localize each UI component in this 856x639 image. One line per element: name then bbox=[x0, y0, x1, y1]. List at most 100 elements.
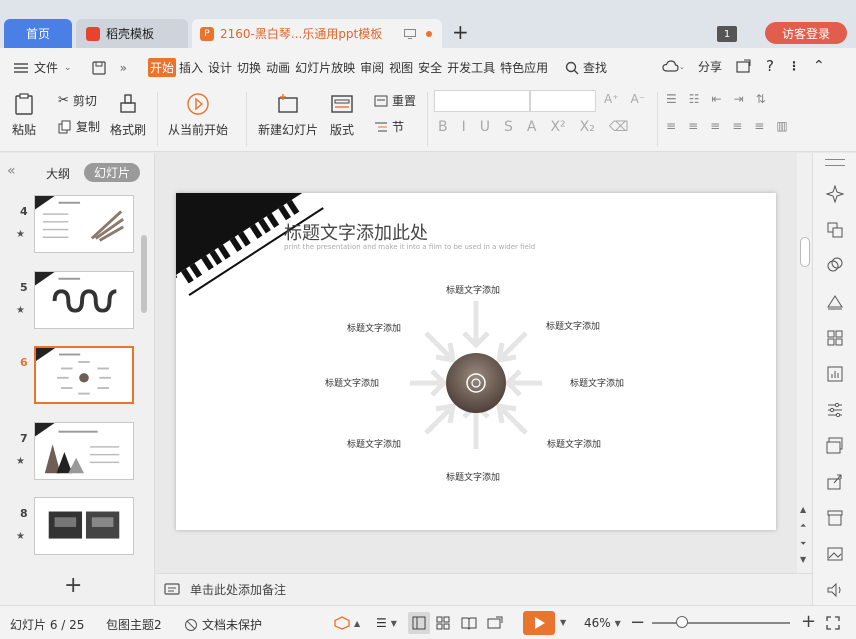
menu-tab-animation[interactable]: 动画 bbox=[264, 58, 292, 77]
underline-button[interactable]: U bbox=[480, 119, 490, 135]
shapes-icon[interactable] bbox=[826, 221, 844, 239]
new-slide-button[interactable]: 新建幻灯片 bbox=[258, 92, 318, 138]
menu-tab-insert[interactable]: 插入 bbox=[177, 58, 205, 77]
canvas-scroll-thumb[interactable] bbox=[800, 237, 810, 267]
tab-home[interactable]: 首页 bbox=[4, 19, 72, 48]
document-protection[interactable]: 文档未保护 bbox=[184, 616, 262, 633]
tab-slides[interactable]: 幻灯片 bbox=[84, 163, 141, 182]
collapse-panel-icon[interactable]: « bbox=[7, 163, 16, 179]
more-chevron-icon[interactable]: » bbox=[120, 61, 127, 75]
menu-tab-slideshow[interactable]: 幻灯片放映 bbox=[293, 58, 357, 77]
tab-document[interactable]: P 2160-黑白琴...乐通用ppt模板 bbox=[192, 19, 442, 48]
slide-panel-scrollbar[interactable] bbox=[141, 235, 147, 313]
tab-daoke-template[interactable]: 稻壳模板 bbox=[76, 19, 188, 48]
smart-beautify-button[interactable]: ▲ bbox=[334, 616, 360, 630]
notes-bar[interactable]: 单击此处添加备注 bbox=[156, 573, 812, 605]
section-button[interactable]: 节 bbox=[374, 118, 404, 135]
normal-view-button[interactable] bbox=[408, 612, 430, 634]
star-effect-icon[interactable] bbox=[826, 185, 844, 203]
slide-thumbnail[interactable]: 5 ★ bbox=[14, 271, 144, 333]
slide-thumbnail[interactable]: 4 ★ bbox=[14, 195, 144, 257]
play-from-current-button[interactable]: 从当前开始 bbox=[168, 92, 228, 138]
fit-window-icon[interactable] bbox=[826, 616, 840, 630]
reading-view-button[interactable] bbox=[461, 616, 477, 630]
menu-tab-transition[interactable]: 切换 bbox=[235, 58, 263, 77]
slide-label-upper-right[interactable]: 标题文字添加 bbox=[546, 319, 600, 332]
slide-thumbnail[interactable]: 7 ★ bbox=[14, 422, 144, 484]
zoom-slider-track[interactable] bbox=[652, 622, 790, 624]
font-family-select[interactable] bbox=[434, 90, 530, 112]
indent-icon[interactable]: ⇥ bbox=[734, 92, 744, 106]
slide-label-left[interactable]: 标题文字添加 bbox=[325, 376, 379, 389]
zoom-in-button[interactable]: + bbox=[801, 611, 816, 632]
slide-thumbnail-active[interactable]: 6 bbox=[14, 346, 144, 408]
menu-tab-developer[interactable]: 开发工具 bbox=[445, 58, 497, 77]
eraser-icon[interactable]: ⌫ bbox=[609, 119, 629, 135]
copy-button[interactable]: 复制 bbox=[58, 118, 100, 135]
play-slideshow-button[interactable] bbox=[523, 611, 555, 635]
search-button[interactable]: 查找 bbox=[565, 59, 607, 76]
share-export-icon[interactable] bbox=[826, 473, 844, 491]
collapse-ribbon-icon[interactable]: ⌃ bbox=[813, 58, 825, 74]
fill-icon[interactable] bbox=[826, 293, 844, 311]
text-direction-icon[interactable]: ⇅ bbox=[756, 92, 766, 106]
slide-subtitle[interactable]: print the presentation and make it into … bbox=[284, 243, 535, 251]
font-size-select[interactable] bbox=[530, 90, 596, 112]
slide-label-bottom[interactable]: 标题文字添加 bbox=[446, 470, 500, 483]
help-icon[interactable]: ? bbox=[766, 57, 774, 75]
menu-tab-security[interactable]: 安全 bbox=[416, 58, 444, 77]
save-icon[interactable] bbox=[91, 60, 106, 75]
menu-tab-view[interactable]: 视图 bbox=[387, 58, 415, 77]
paste-button[interactable]: 粘贴 bbox=[12, 92, 36, 138]
slide-label-upper-left[interactable]: 标题文字添加 bbox=[347, 321, 401, 334]
layout-button[interactable]: 版式 bbox=[330, 92, 354, 138]
columns-icon[interactable]: ▥ bbox=[776, 119, 787, 133]
strikethrough-button[interactable]: S bbox=[504, 119, 513, 135]
align-right-icon[interactable]: ≡ bbox=[710, 119, 720, 133]
menu-tab-design[interactable]: 设计 bbox=[206, 58, 234, 77]
reset-button[interactable]: 重置 bbox=[374, 92, 416, 109]
slide-thumbnail[interactable]: 8 ★ bbox=[14, 497, 144, 559]
slide-title[interactable]: 标题文字添加此处 bbox=[284, 219, 428, 245]
slide-label-lower-left[interactable]: 标题文字添加 bbox=[347, 437, 401, 450]
decrease-font-icon[interactable]: A⁻ bbox=[631, 92, 646, 106]
slide-label-top[interactable]: 标题文字添加 bbox=[446, 283, 500, 296]
format-painter-button[interactable]: 格式刷 bbox=[110, 92, 146, 138]
increase-font-icon[interactable]: A⁺ bbox=[604, 92, 619, 106]
circles-icon[interactable] bbox=[826, 256, 844, 274]
distribute-icon[interactable]: ≡ bbox=[754, 119, 764, 133]
sliders-icon[interactable] bbox=[826, 401, 844, 419]
menu-tab-features[interactable]: 特色应用 bbox=[498, 58, 550, 77]
grid-icon[interactable] bbox=[826, 329, 844, 347]
cloud-icon[interactable]: ⌄ bbox=[662, 59, 684, 73]
chart-icon[interactable] bbox=[826, 365, 844, 383]
prev-slide-icon[interactable]: ⏶ bbox=[800, 521, 806, 531]
scroll-down-icon[interactable]: ▼ bbox=[800, 555, 806, 564]
window-count-badge[interactable]: 1 bbox=[717, 26, 737, 42]
zoom-slider-knob[interactable] bbox=[676, 616, 688, 628]
slide-counter[interactable]: 幻灯片 6 / 25 bbox=[10, 616, 84, 633]
new-tab-button[interactable]: + bbox=[452, 20, 469, 44]
superscript-button[interactable]: X² bbox=[550, 119, 565, 135]
export-icon[interactable] bbox=[736, 59, 752, 73]
add-slide-button[interactable]: + bbox=[64, 573, 82, 598]
visitor-login-button[interactable]: 访客登录 bbox=[765, 22, 847, 44]
outdent-icon[interactable]: ⇤ bbox=[712, 92, 722, 106]
menu-tab-start[interactable]: 开始 bbox=[148, 58, 177, 77]
archive-icon[interactable] bbox=[826, 509, 844, 527]
share-button[interactable]: 分享 bbox=[698, 58, 722, 75]
slide-label-lower-right[interactable]: 标题文字添加 bbox=[547, 437, 601, 450]
italic-button[interactable]: I bbox=[462, 119, 466, 135]
monitor-icon[interactable] bbox=[404, 28, 416, 39]
more-options-icon[interactable]: ⋮ bbox=[788, 59, 800, 73]
image-gallery-icon[interactable] bbox=[826, 437, 844, 455]
cut-button[interactable]: ✂ 剪切 bbox=[58, 92, 97, 109]
picture-icon[interactable] bbox=[826, 545, 844, 563]
theme-name[interactable]: 包图主题2 bbox=[106, 616, 162, 633]
align-center-icon[interactable]: ≡ bbox=[688, 119, 698, 133]
slide-label-right[interactable]: 标题文字添加 bbox=[570, 376, 624, 389]
bold-button[interactable]: B bbox=[438, 119, 448, 135]
speaker-icon[interactable] bbox=[826, 581, 844, 599]
tab-outline[interactable]: 大纲 bbox=[46, 165, 70, 182]
bullet-list-icon[interactable]: ☰ bbox=[666, 92, 677, 106]
